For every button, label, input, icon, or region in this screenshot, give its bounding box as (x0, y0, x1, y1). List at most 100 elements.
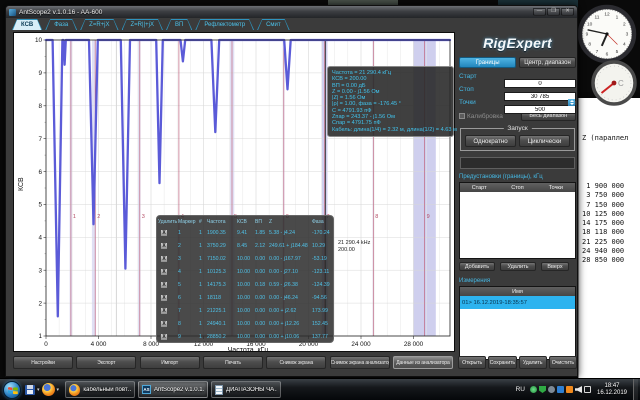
marker-table-cell: 0.00 (255, 295, 269, 301)
analyzer-data-button[interactable]: Данные из анализатора (393, 356, 453, 369)
measurement-item-selected[interactable]: 01> 16.12.2019-18:35:57 (460, 296, 575, 309)
screenshot-button[interactable]: Снимок экрана (266, 356, 326, 369)
marker-table-cell: 0.59 - j26.38 (269, 282, 312, 288)
run-once-button[interactable]: Однократно (465, 135, 516, 147)
network-icon[interactable] (584, 386, 591, 393)
tray-update-icon[interactable] (557, 386, 564, 393)
delete-marker-button[interactable]: X (160, 229, 168, 237)
svg-text:0: 0 (44, 341, 48, 348)
task-antscope[interactable]: AS AntScope2 v.1.0.1… (138, 381, 208, 398)
marker-table-cell: 0.00 (255, 269, 269, 275)
marker-table-row: X111900.359.411.855.38 - j4.24-170.24 (158, 226, 333, 239)
measurements-table[interactable]: Имя 01> 16.12.2019-18:35:57 (459, 286, 576, 360)
preset-add-button[interactable]: Добавить (459, 262, 495, 271)
tab-z-series[interactable]: Z=R+jX (80, 19, 118, 30)
marker-table-cell: 0.00 - j27.10 (269, 269, 312, 275)
taskbar-clock[interactable]: 18:47 16.12.2019 (593, 383, 631, 397)
analyzer-screenshot-button[interactable]: Снимок экрана анализатора (330, 356, 390, 369)
volume-icon[interactable] (575, 386, 582, 393)
presets-col-start: Старт (460, 185, 498, 191)
marker-table-cell: 14175.3 (207, 282, 237, 288)
marker-table-header-row: УдалитьМаркер#ЧастотаКСВВПZФаза (158, 217, 333, 226)
tray-firewall-icon[interactable] (566, 386, 573, 393)
marker-table-cell: 10.00 (237, 308, 255, 314)
maximize-button[interactable]: ❐ (547, 8, 560, 16)
svg-text:2: 2 (38, 300, 42, 307)
tray-utility-icon[interactable] (548, 386, 555, 393)
save-quicklaunch-icon[interactable] (25, 385, 35, 395)
export-button[interactable]: Экспорт (76, 356, 136, 369)
preset-delete-button[interactable]: Удалить (500, 262, 536, 271)
start-label: Старт (459, 73, 504, 80)
chevron-down-icon[interactable]: ▾ (57, 387, 60, 393)
presets-list[interactable] (460, 192, 575, 258)
delete-marker-button[interactable]: X (160, 333, 168, 341)
close-button[interactable]: ✕ (561, 8, 574, 16)
import-button[interactable]: Импорт (140, 356, 200, 369)
settings-button[interactable]: Настройки (13, 356, 73, 369)
svg-text:2: 2 (97, 214, 100, 220)
start-button[interactable] (3, 381, 21, 399)
svg-text:4: 4 (623, 42, 626, 48)
presets-table[interactable]: Старт Стоп Точки (459, 182, 576, 259)
task-firefox[interactable]: кабельный повт… (65, 381, 135, 398)
notepad-window[interactable]: Z (параллел 1 900 000 3 750 000 7 150 00… (578, 98, 640, 378)
window-titlebar[interactable]: AntScope2 v.1.0.16 - AA-600 — ❐ ✕ (6, 6, 577, 18)
print-button[interactable]: Печать (203, 356, 263, 369)
center-span-mode-button[interactable]: Центр, диапазон (519, 57, 576, 68)
notepad-line: 24 940 000 (582, 247, 640, 256)
points-input[interactable] (504, 105, 576, 114)
delete-marker-button[interactable]: X (160, 281, 168, 289)
bounds-mode-button[interactable]: Границы (459, 57, 516, 68)
measurements-list[interactable] (460, 309, 575, 359)
tray-antivirus-icon[interactable] (530, 386, 537, 393)
delete-marker-button[interactable]: X (160, 294, 168, 302)
tab-tdr[interactable]: Рефлектометр (195, 19, 254, 30)
marker-table-cell: 10.00 (237, 295, 255, 301)
tab-smith[interactable]: Смит (257, 19, 290, 30)
firefox-quicklaunch-icon[interactable] (42, 383, 55, 396)
marker-table-cell: 0.00 + j10.06 (269, 334, 312, 340)
presets-col-stop: Стоп (498, 185, 536, 191)
minimize-button[interactable]: — (533, 8, 546, 16)
notepad-line: 1 900 000 (582, 182, 640, 191)
delete-marker-button[interactable]: X (160, 255, 168, 263)
marker-table-header: КСВ (237, 219, 255, 225)
tab-return-loss[interactable]: ВП (166, 19, 192, 30)
svg-text:5: 5 (38, 202, 42, 209)
delete-marker-button[interactable]: X (160, 307, 168, 315)
marker-table-cell: 10.00 (237, 269, 255, 275)
delete-marker-button[interactable]: X (160, 268, 168, 276)
marker-table-cell: 5.38 - j4.24 (269, 230, 312, 236)
tray-shield-icon[interactable] (539, 386, 546, 393)
svg-text:11: 11 (595, 14, 600, 20)
points-spinner[interactable] (568, 99, 575, 106)
cursor-swr: 200.00 (338, 247, 370, 254)
svg-text:5: 5 (616, 49, 619, 55)
show-desktop-button[interactable] (633, 379, 638, 400)
tab-phase[interactable]: Фаза (45, 19, 77, 30)
run-cyclic-button[interactable]: Циклически (519, 135, 570, 147)
delete-marker-button[interactable]: X (160, 242, 168, 250)
svg-text:КСВ: КСВ (18, 177, 25, 191)
marker-table-cell: -53.19 (312, 256, 334, 262)
chevron-down-icon[interactable]: ▾ (37, 387, 40, 393)
delete-button[interactable]: Удалить (519, 356, 547, 369)
task-notepad[interactable]: ДИАПАЗОНЫ ЧА… (211, 381, 281, 398)
delete-marker-button[interactable]: X (160, 320, 168, 328)
language-indicator[interactable]: RU (516, 386, 525, 393)
save-button[interactable]: Сохранить (488, 356, 516, 369)
calibration-checkbox[interactable] (459, 113, 465, 119)
status-box (460, 157, 575, 169)
open-button[interactable]: Открыть (458, 356, 486, 369)
tab-z-parallel[interactable]: Z=R||+jX (122, 19, 163, 30)
system-tray: RU 18:47 16.12.2019 (516, 379, 640, 400)
svg-text:7: 7 (596, 49, 599, 55)
tab-swr[interactable]: КСВ (12, 19, 42, 30)
preset-up-button[interactable]: Вверх (541, 262, 569, 271)
svg-text:Частота, кГц: Частота, кГц (228, 347, 269, 351)
clear-button[interactable]: Очистить (549, 356, 577, 369)
stop-label: Стоп (459, 86, 504, 93)
svg-text:4 000: 4 000 (91, 341, 107, 348)
marker-table-header: Маркер (178, 219, 199, 225)
